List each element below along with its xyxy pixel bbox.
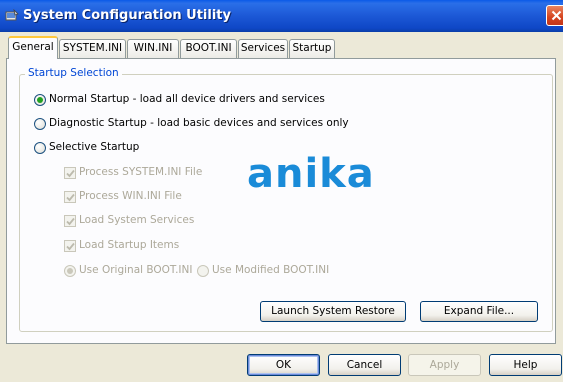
load-startup-items-label: Load Startup Items [79,239,180,251]
tab-services[interactable]: Services [238,39,288,58]
checkmark-icon [66,217,75,226]
checkmark-icon [66,169,75,178]
selective-startup-radio[interactable] [34,142,46,154]
startup-selection-group [19,74,553,332]
use-modified-boot-ini-label: Use Modified BOOT.INI [212,264,330,276]
window-title: System Configuration Utility [23,8,231,23]
launch-system-restore-button[interactable]: Launch System Restore [260,301,406,322]
load-system-services-label: Load System Services [79,214,195,226]
expand-file-button[interactable]: Expand File... [420,301,538,322]
tab-general[interactable]: General [8,36,58,59]
process-win-ini-label: Process WIN.INI File [79,190,182,202]
normal-startup-label[interactable]: Normal Startup - load all device drivers… [49,93,325,105]
load-system-services-checkbox[interactable] [64,215,76,227]
close-icon [551,10,562,21]
tab-win-ini[interactable]: WIN.INI [127,39,179,58]
load-startup-items-checkbox[interactable] [64,240,76,252]
use-original-boot-ini-label: Use Original BOOT.INI [79,264,193,276]
msconfig-icon [5,8,19,22]
cancel-button[interactable]: Cancel [328,354,401,376]
selective-startup-label[interactable]: Selective Startup [49,141,139,153]
process-win-ini-checkbox[interactable] [64,191,76,203]
normal-startup-radio[interactable] [34,94,46,106]
ok-button[interactable]: OK [247,354,320,376]
process-system-ini-label: Process SYSTEM.INI File [79,166,203,178]
checkmark-icon [66,242,75,251]
use-original-boot-ini-radio[interactable] [64,265,76,277]
tab-boot-ini[interactable]: BOOT.INI [180,39,237,58]
tab-startup[interactable]: Startup [289,39,335,58]
diagnostic-startup-radio[interactable] [34,118,46,130]
use-modified-boot-ini-radio[interactable] [197,265,209,277]
diagnostic-startup-label[interactable]: Diagnostic Startup - load basic devices … [49,117,349,129]
apply-button[interactable]: Apply [408,354,481,376]
checkmark-icon [66,193,75,202]
startup-selection-title: Startup Selection [25,67,122,79]
help-button[interactable]: Help [489,354,562,376]
close-button[interactable] [546,5,563,26]
title-bar[interactable]: System Configuration Utility [0,0,563,32]
tab-system-ini[interactable]: SYSTEM.INI [59,39,126,58]
process-system-ini-checkbox[interactable] [64,167,76,179]
watermark-text: anika [247,151,375,197]
